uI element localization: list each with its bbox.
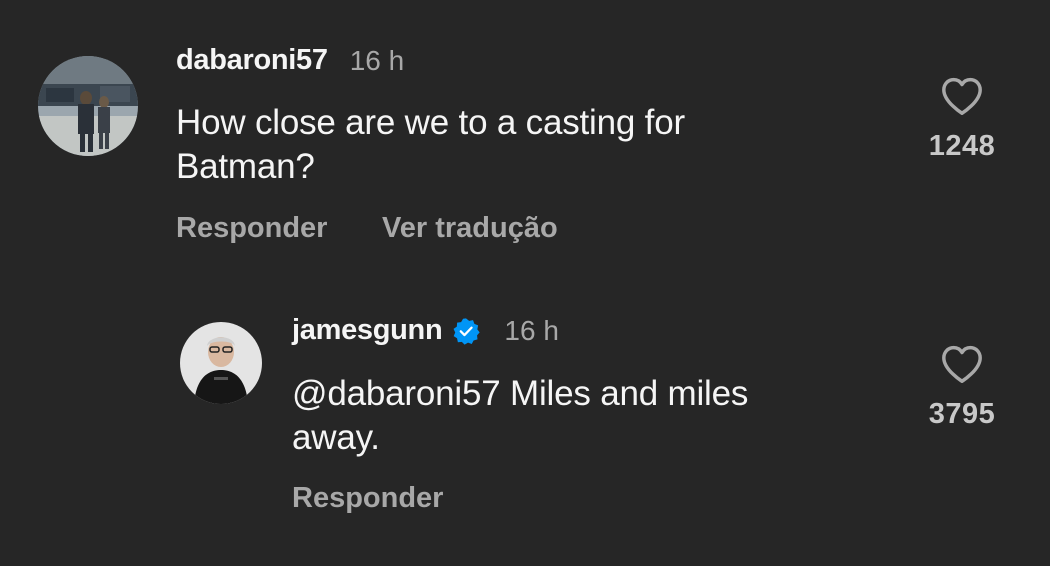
like-count: 1248	[928, 130, 996, 162]
avatar[interactable]	[180, 322, 262, 404]
translate-button[interactable]: Ver tradução	[382, 212, 558, 245]
comment-text: @dabaroni57 Miles and miles away.	[292, 372, 892, 460]
avatar[interactable]	[38, 56, 138, 156]
comment-text: How close are we to a casting for Batman…	[176, 101, 876, 189]
reply-button[interactable]: Responder	[176, 212, 327, 245]
like-control[interactable]: 3795	[922, 344, 1002, 431]
comment-header: dabaroni57 16 h	[176, 44, 404, 77]
comment-text-line: How close are we to a casting for	[176, 103, 685, 142]
avatar-photo	[38, 56, 138, 156]
username[interactable]: dabaroni57	[176, 44, 328, 77]
username[interactable]: jamesgunn	[292, 314, 443, 347]
reply-button[interactable]: Responder	[292, 482, 443, 515]
comment-header: jamesgunn 16 h	[292, 314, 559, 347]
like-count: 3795	[928, 398, 996, 430]
comment-dabaroni57: dabaroni57 16 h How close are we to a ca…	[0, 0, 1050, 270]
comment-text-line: Batman?	[176, 147, 315, 186]
avatar-photo	[180, 322, 262, 404]
heart-outline-icon[interactable]	[940, 76, 984, 116]
verified-badge-icon	[453, 317, 481, 345]
comment-text-line: away.	[292, 418, 380, 457]
comment-jamesgunn: jamesgunn 16 h @dabaroni57 Miles and mil…	[0, 290, 1050, 566]
like-control[interactable]: 1248	[922, 76, 1002, 163]
timestamp: 16 h	[349, 44, 405, 76]
comment-text-line: @dabaroni57 Miles and miles	[292, 374, 749, 413]
timestamp: 16 h	[504, 314, 559, 346]
heart-outline-icon[interactable]	[940, 344, 984, 384]
